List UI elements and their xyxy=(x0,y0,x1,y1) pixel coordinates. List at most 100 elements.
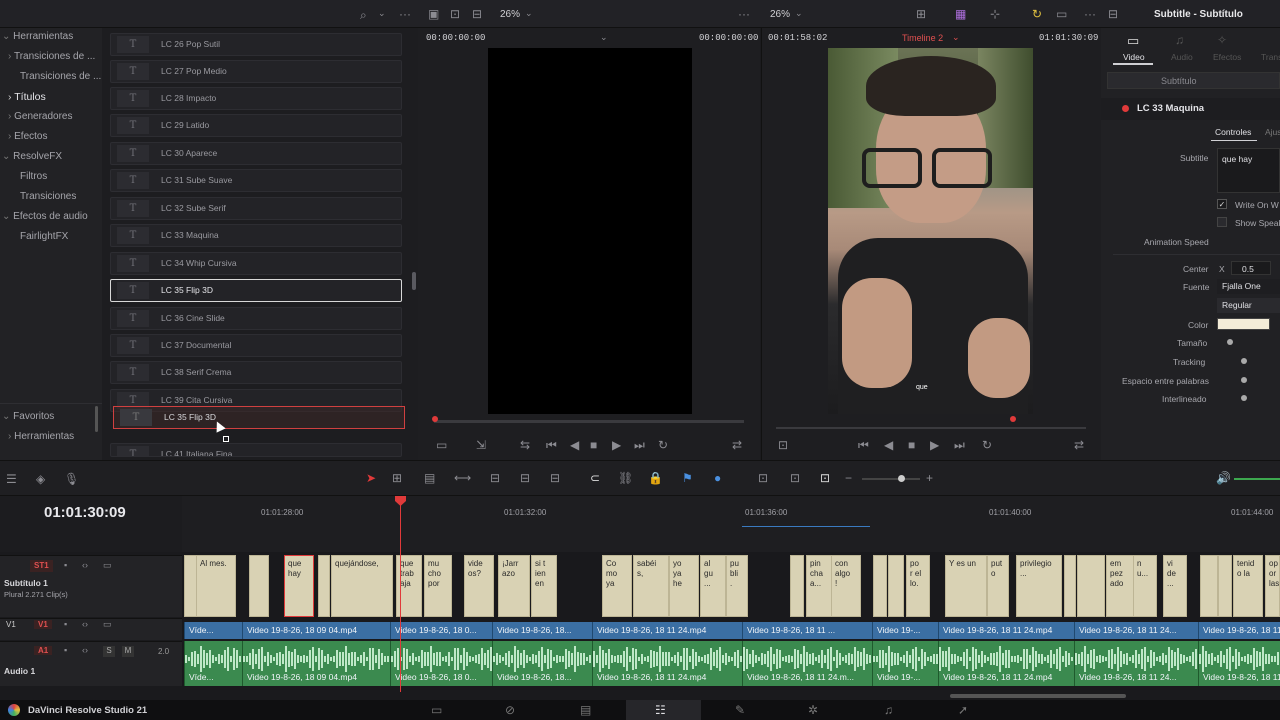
viewer-mode-icon[interactable]: ⊡ xyxy=(450,8,460,20)
chevron-down-icon[interactable]: ⌄ xyxy=(525,9,533,18)
audio-track-header[interactable]: A1 ▪ ‹› S M 2.0 Audio 1 xyxy=(0,641,182,686)
video-clip[interactable]: Video 19-8-26, 18 11 24... xyxy=(1198,622,1280,639)
line-spacing-slider[interactable] xyxy=(1241,395,1247,401)
match-frame-icon[interactable]: ⇲ xyxy=(476,439,486,451)
color-picker-icon[interactable]: ▦ xyxy=(955,8,966,20)
write-on-checkbox[interactable]: ✓ xyxy=(1217,199,1227,209)
zoom-slider[interactable] xyxy=(862,478,920,480)
zoom-slider-handle[interactable] xyxy=(898,475,905,482)
subtitle-clip[interactable] xyxy=(1218,555,1232,617)
effect-item[interactable]: T LC 37 Documental xyxy=(110,334,402,357)
effects-tab-icon[interactable]: ✧ xyxy=(1217,34,1227,46)
tree-item-titulos[interactable]: › Títulos xyxy=(0,88,102,106)
lock-icon[interactable]: ▪ xyxy=(64,620,67,629)
media-page-icon[interactable]: ▭ xyxy=(431,704,442,716)
viewer-layout-icon[interactable]: ▣ xyxy=(428,8,439,20)
overwrite-clip-icon[interactable]: ⊟ xyxy=(520,472,530,484)
effect-item[interactable]: T LC 41 Italiana Fina xyxy=(110,443,402,457)
mute-button[interactable]: M xyxy=(122,646,134,657)
effect-item[interactable]: T LC 35 Flip 3D xyxy=(110,279,402,302)
tree-item-herramientas[interactable]: ⌄ Herramientas xyxy=(0,28,102,46)
chevron-down-icon[interactable]: ⌄ xyxy=(600,33,608,42)
go-to-start-icon[interactable]: ⏮ xyxy=(546,439,557,451)
subtitle-clip[interactable]: si t ien en xyxy=(531,555,557,617)
timeline-name[interactable]: Timeline 2 xyxy=(902,33,943,43)
source-scrubber[interactable] xyxy=(434,420,744,423)
subtitle-clip[interactable] xyxy=(888,555,904,617)
audio-clip[interactable]: Video 19-8-26, 18 11 24.m... xyxy=(742,641,872,686)
subtitle-clip[interactable]: vide os? xyxy=(464,555,494,617)
auto-select-icon[interactable]: ‹› xyxy=(82,646,88,655)
subtitle-clip[interactable]: Al mes. xyxy=(196,555,236,617)
subtitle-clip[interactable] xyxy=(249,555,269,617)
tab-transition[interactable]: Trans xyxy=(1261,52,1280,62)
replace-clip-icon[interactable]: ⊟ xyxy=(550,472,560,484)
subtitle-clip[interactable]: pu bli . xyxy=(726,555,748,617)
subtitle-clip[interactable] xyxy=(790,555,804,617)
audio-clip[interactable]: Video 19-8-26, 18 11 24... xyxy=(1074,641,1198,686)
video-clip[interactable]: Video 19-8-26, 18 11 24.mp4 xyxy=(938,622,1074,639)
effect-item[interactable]: T LC 26 Pop Sutil xyxy=(110,33,402,56)
tree-item-fav-herramientas[interactable]: › Herramientas xyxy=(0,428,102,446)
video-clip[interactable]: Video 19-8-26, 18 0... xyxy=(390,622,492,639)
chevron-down-icon[interactable]: ⌄ xyxy=(795,9,803,18)
jog-icon[interactable]: ⇆ xyxy=(520,439,530,451)
center-x-input[interactable]: 0.5 xyxy=(1231,261,1271,275)
stop-icon[interactable]: ■ xyxy=(590,439,597,451)
tree-scrollbar[interactable] xyxy=(95,406,98,432)
timeline-options-icon[interactable]: ☰ xyxy=(6,473,17,485)
fusion-page-icon[interactable]: ☷ xyxy=(655,704,666,716)
audio-clip[interactable]: Víde... xyxy=(184,641,242,686)
subtitle-clip[interactable] xyxy=(1077,555,1105,617)
video-clip[interactable]: Video 19-8-26, 18 09 04.mp4 xyxy=(242,622,390,639)
link-icon[interactable]: ⛓ xyxy=(618,472,633,484)
effect-item[interactable]: T LC 32 Sube Serif xyxy=(110,197,402,220)
video-clip[interactable]: Víde... xyxy=(184,622,242,639)
tree-item-favoritos[interactable]: ⌄ Favoritos xyxy=(0,408,102,426)
subtitle-clip[interactable]: al gu ... xyxy=(700,555,726,617)
subtitle-clip[interactable]: vi de ... xyxy=(1163,555,1187,617)
tree-item-generadores[interactable]: › Generadores xyxy=(0,108,102,126)
subtitle-clip[interactable]: yo ya he xyxy=(669,555,699,617)
zoom-fit-icon[interactable]: ⊡ xyxy=(758,472,768,484)
effect-item[interactable]: T LC 38 Serif Crema xyxy=(110,361,402,384)
audio-clip[interactable]: Video 19-8-26, 18 0... xyxy=(390,641,492,686)
subtitle-clip[interactable]: n u... xyxy=(1133,555,1157,617)
subtitle-clip[interactable]: em pez ado xyxy=(1106,555,1134,617)
snap-icon[interactable]: ⊂ xyxy=(590,472,600,484)
tree-item-efectos-audio[interactable]: ⌄ Efectos de audio xyxy=(0,208,102,226)
timeline-scrubber[interactable] xyxy=(776,427,1086,429)
edit-page-icon[interactable]: ▤ xyxy=(580,704,591,716)
subtitle-clip[interactable]: put o xyxy=(987,555,1009,617)
tab-ajustes[interactable]: Ajus xyxy=(1265,127,1280,137)
effect-item[interactable]: T LC 34 Whip Cursiva xyxy=(110,252,402,275)
video-clip[interactable]: Video 19-8-26, 18 11 24... xyxy=(1074,622,1198,639)
source-playhead[interactable] xyxy=(432,416,438,422)
effect-item[interactable]: T LC 36 Cine Slide xyxy=(110,307,402,330)
tree-item-transiciones-1[interactable]: › Transiciones de ... xyxy=(0,48,102,66)
color-swatch[interactable] xyxy=(1217,318,1270,330)
subtitle-clip[interactable]: op or las xyxy=(1265,555,1280,617)
font-select[interactable]: Fjalla One xyxy=(1217,279,1280,294)
transform-icon[interactable]: ⊡ xyxy=(778,439,788,451)
audio-clip[interactable]: Video 19-8-26, 18 11 24.mp4 xyxy=(592,641,742,686)
chevron-down-icon[interactable]: ⌄ xyxy=(952,33,960,42)
subtitle-clip[interactable]: po r el lo. xyxy=(906,555,930,617)
subtitle-clip[interactable]: que hay xyxy=(284,555,314,617)
subtitle-clip[interactable]: sabéi s, xyxy=(633,555,669,617)
selection-tool-icon[interactable]: ➤ xyxy=(366,472,376,484)
subtitle-clip[interactable]: mu cho por xyxy=(424,555,452,617)
tree-item-filtros[interactable]: Filtros xyxy=(0,168,102,186)
play-reverse-icon[interactable]: ◀ xyxy=(884,439,893,451)
tree-item-resolvefx[interactable]: ⌄ ResolveFX xyxy=(0,148,102,166)
subtitle-clip[interactable]: privilegio ... xyxy=(1016,555,1062,617)
flag-icon[interactable]: ⚑ xyxy=(682,472,693,484)
left-viewer-zoom[interactable]: 26% xyxy=(500,9,520,20)
transform-icon[interactable]: ⊹ xyxy=(990,8,1000,20)
timeline-viewer-playhead[interactable] xyxy=(1010,416,1016,422)
solo-button[interactable]: S xyxy=(103,646,115,657)
subtitle-clip[interactable]: Co mo ya xyxy=(602,555,632,617)
cut-page-icon[interactable]: ⊘ xyxy=(505,704,515,716)
play-reverse-icon[interactable]: ◀ xyxy=(570,439,579,451)
clip-mode-icon[interactable]: ⊟ xyxy=(472,8,482,20)
